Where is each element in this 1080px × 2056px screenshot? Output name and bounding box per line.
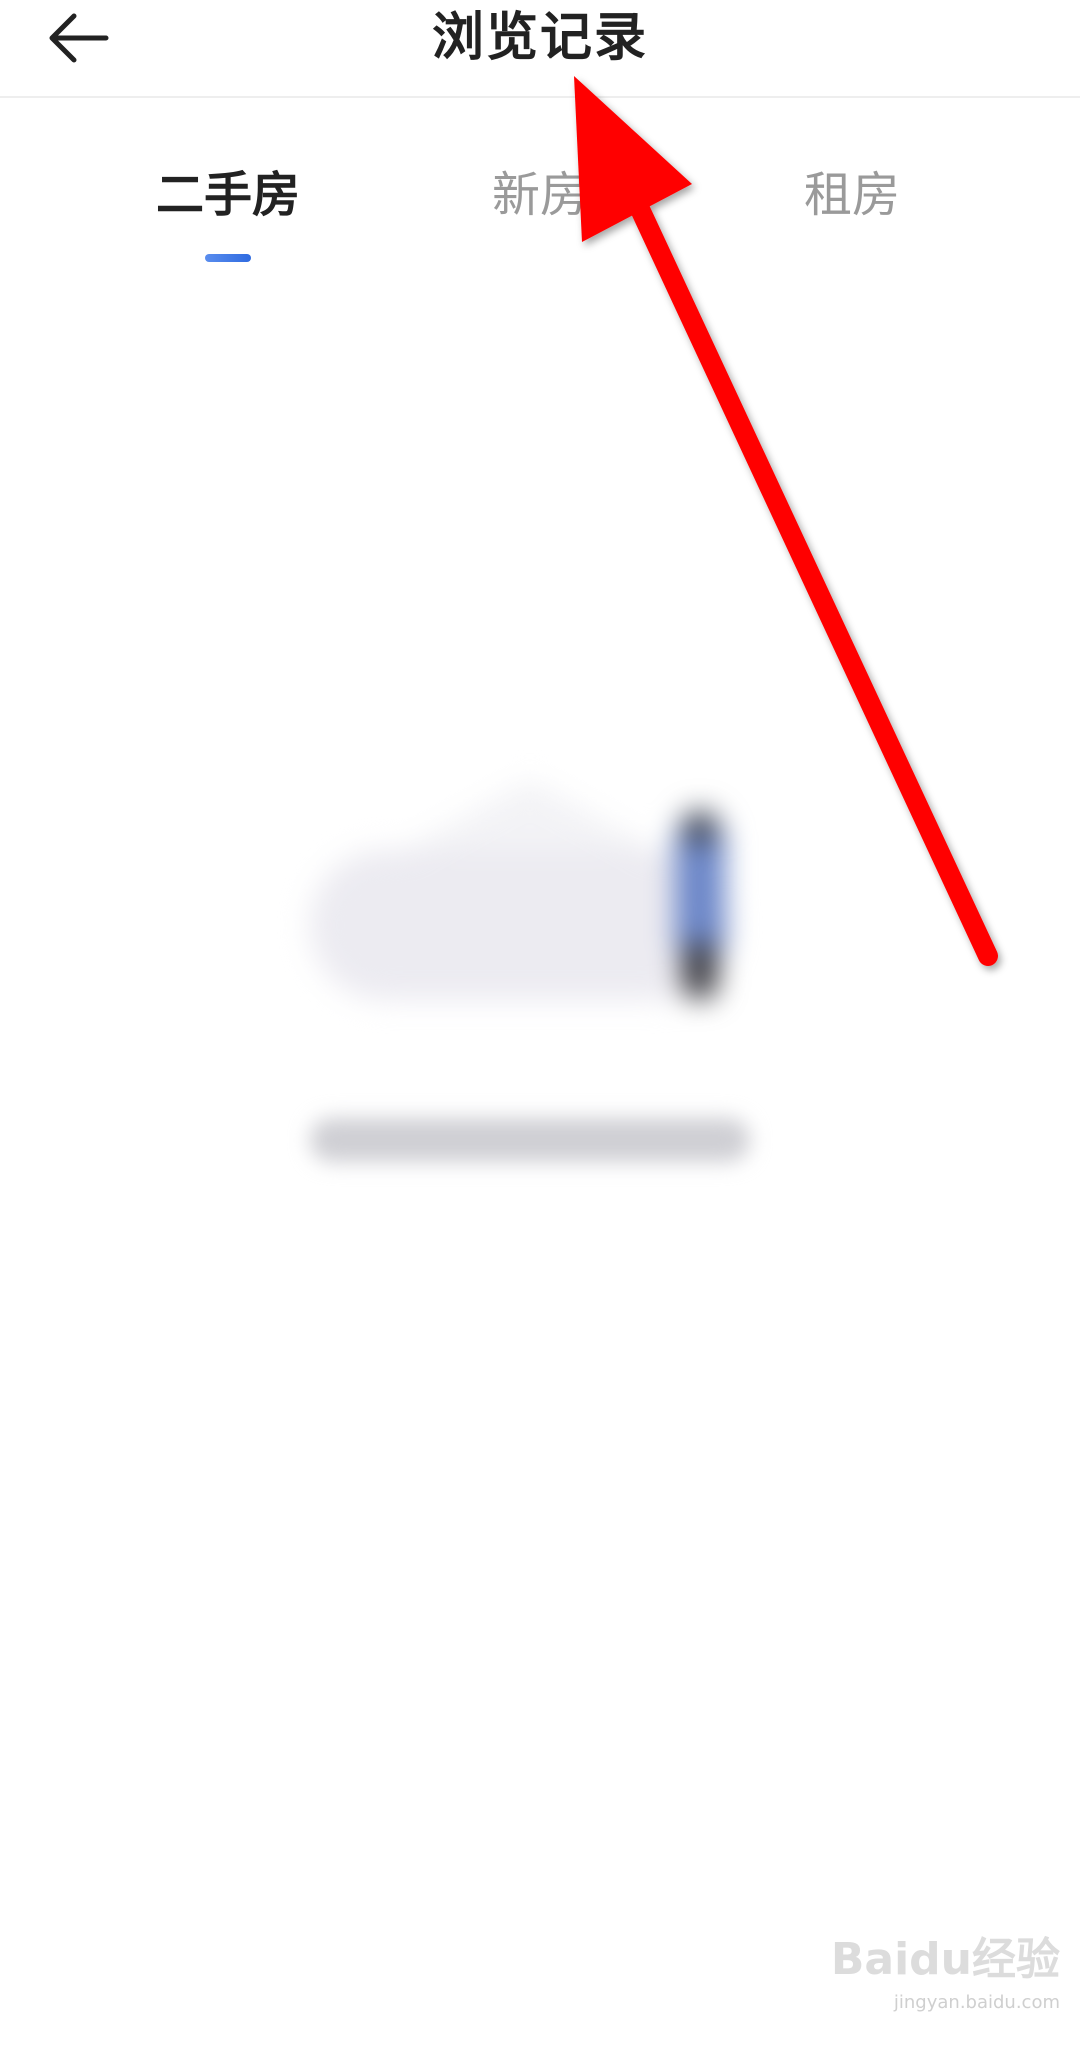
top-bar: 浏览记录: [0, 0, 1080, 98]
tab-label: 新房: [491, 167, 588, 223]
page-title: 浏览记录: [431, 8, 648, 68]
page: 浏览记录 二手房 新房 租房 Baidu经验 jingyan.baidu.com: [0, 0, 1080, 2056]
tab-second-hand[interactable]: 二手房: [78, 150, 378, 262]
watermark-url: jingyan.baidu.com: [893, 1992, 1060, 2013]
empty-illustration: [290, 770, 760, 1040]
tab-new-home[interactable]: 新房: [390, 150, 690, 250]
empty-message-blurred: [300, 1110, 770, 1174]
watermark-brand: Baidu经验: [830, 1934, 1060, 1985]
tab-label: 租房: [803, 167, 900, 223]
active-tab-indicator: [205, 254, 251, 262]
category-tabs: 二手房 新房 租房: [0, 150, 1080, 270]
tab-rental[interactable]: 租房: [702, 150, 1002, 250]
watermark: Baidu经验 jingyan.baidu.com: [820, 1930, 1060, 2040]
empty-state: [290, 770, 770, 1210]
tab-label: 二手房: [155, 167, 300, 223]
